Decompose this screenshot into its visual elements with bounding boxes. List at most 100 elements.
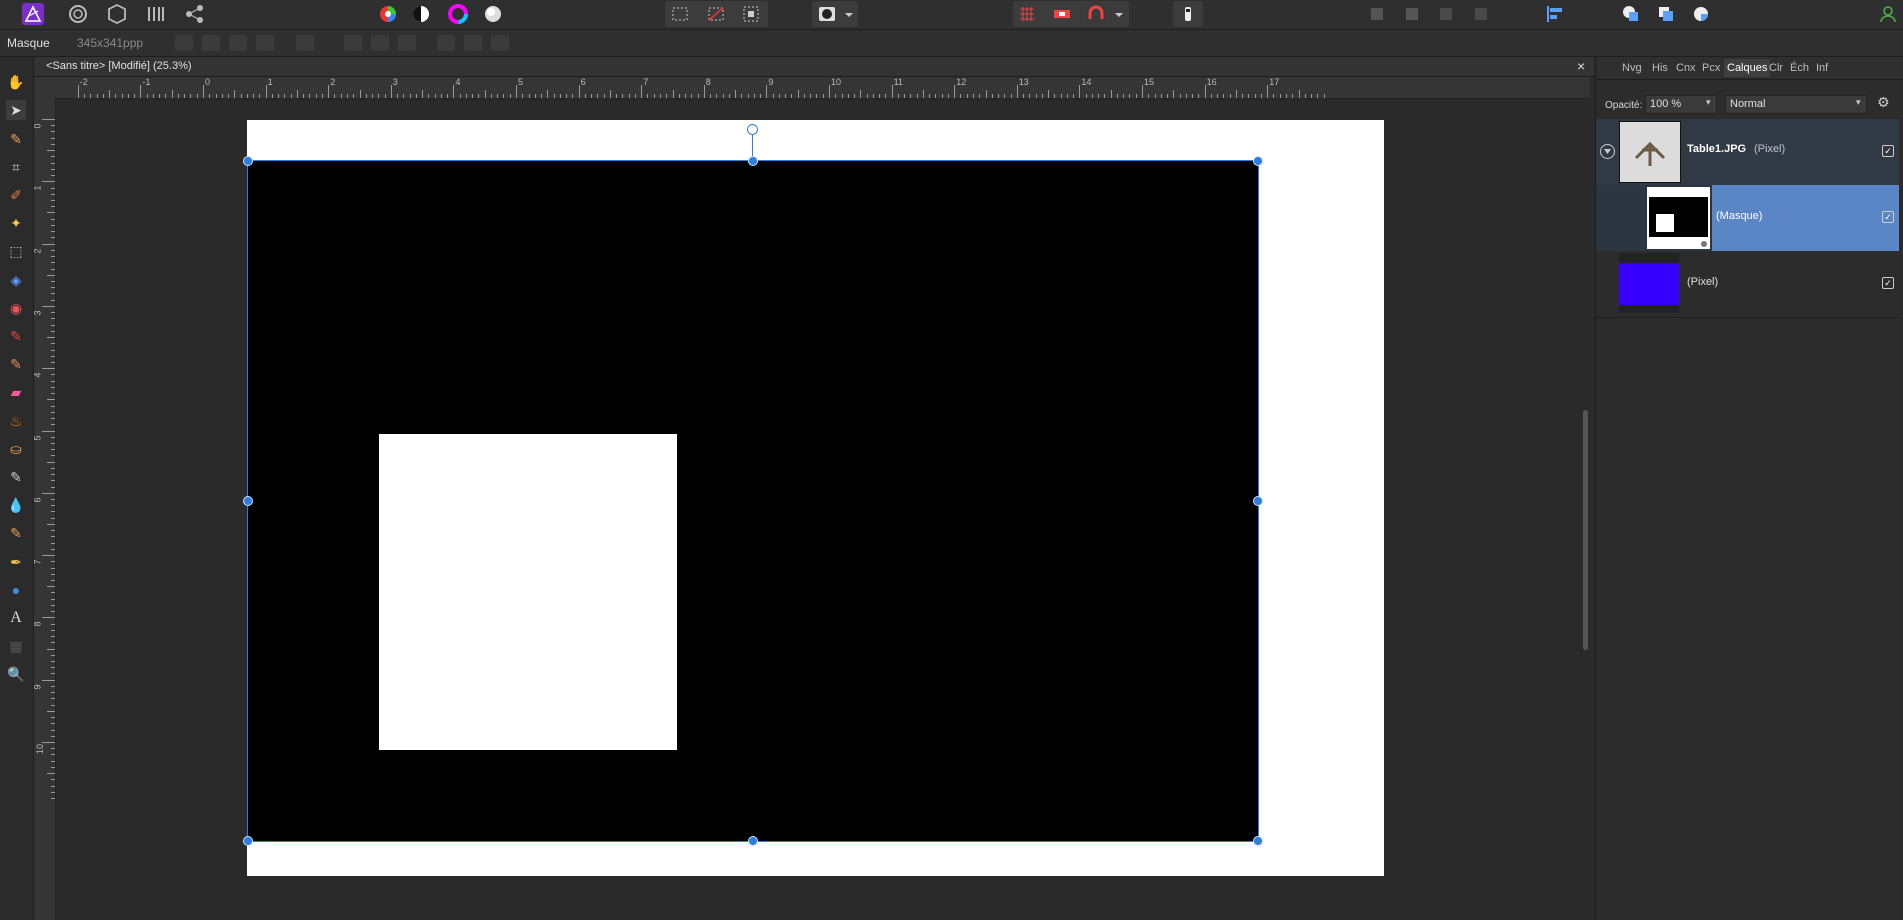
- arrange-forward-icon[interactable]: [1435, 3, 1457, 25]
- align-top-icon[interactable]: [437, 35, 455, 51]
- resize-handle-top-left[interactable]: [243, 156, 253, 166]
- tab-swatches[interactable]: Éch: [1790, 62, 1809, 74]
- affinity-photo-logo-icon[interactable]: [22, 3, 44, 25]
- layer-row-pixel[interactable]: (Pixel) ✓: [1596, 251, 1899, 318]
- canvas-area[interactable]: [56, 99, 1590, 920]
- horizontal-ruler[interactable]: -2 -1 0 1 2 3 4 5 6 7 8 9 10 11 12 13 14 15 16 17: [55, 77, 1590, 99]
- resize-handle-bottom-right[interactable]: [1253, 836, 1263, 846]
- tab-info[interactable]: Inf: [1816, 62, 1828, 74]
- align-right-icon[interactable]: [398, 35, 416, 51]
- flood-select-tool-icon[interactable]: ✦: [6, 213, 26, 233]
- hsl-icon[interactable]: [447, 3, 469, 25]
- clone-brush-tool-icon[interactable]: ⛀: [6, 439, 26, 459]
- user-account-icon[interactable]: [1877, 3, 1899, 25]
- chevron-down-icon[interactable]: ▾: [1856, 97, 1861, 108]
- blur-brush-tool-icon[interactable]: 💧: [6, 495, 26, 515]
- deselect-icon[interactable]: [705, 3, 727, 25]
- liquify-persona-icon[interactable]: [106, 3, 128, 25]
- rectangular-marquee-tool-icon[interactable]: ⬚: [6, 241, 26, 261]
- document-tab-title[interactable]: <Sans titre> [Modifié] (25.3%): [46, 60, 192, 72]
- white-balance-icon[interactable]: [482, 3, 504, 25]
- dodge-brush-tool-icon[interactable]: ♨: [6, 411, 26, 431]
- gear-icon[interactable]: ⚙: [1877, 94, 1890, 111]
- quick-mask-icon[interactable]: [816, 3, 838, 25]
- develop-persona-icon[interactable]: [145, 3, 167, 25]
- paint-brush-tool-icon[interactable]: ✎: [6, 326, 26, 346]
- tab-navigator[interactable]: Nvg: [1622, 62, 1642, 74]
- vertical-scrollbar-thumb[interactable]: [1583, 410, 1588, 650]
- invert-selection-icon[interactable]: [740, 3, 762, 25]
- ruler-corner[interactable]: [34, 77, 55, 98]
- tab-layers[interactable]: Calques: [1724, 59, 1771, 77]
- chevron-down-icon[interactable]: [1113, 3, 1125, 25]
- resize-handle-bottom[interactable]: [748, 836, 758, 846]
- shape-tool-icon[interactable]: ●: [6, 580, 26, 600]
- chevron-down-icon[interactable]: ▾: [1706, 97, 1711, 108]
- resize-handle-right[interactable]: [1253, 496, 1263, 506]
- opacity-input[interactable]: 100 % ▾: [1645, 95, 1717, 114]
- boolean-add-icon[interactable]: [1620, 3, 1642, 25]
- tab-brushes[interactable]: Pcx: [1702, 62, 1720, 74]
- align-left-icon[interactable]: [344, 35, 362, 51]
- layer-expand-icon[interactable]: [1600, 144, 1615, 159]
- export-persona-icon[interactable]: [184, 3, 206, 25]
- chevron-down-icon[interactable]: [843, 3, 855, 25]
- align-middle-icon[interactable]: [464, 35, 482, 51]
- boolean-subtract-icon[interactable]: [1655, 3, 1677, 25]
- layer-visibility-checkbox[interactable]: ✓: [1882, 145, 1894, 157]
- boolean-intersect-icon[interactable]: [1690, 3, 1712, 25]
- text-tool-icon[interactable]: A: [6, 608, 26, 628]
- transform-origin-icon[interactable]: [175, 35, 193, 51]
- hand-tool-icon[interactable]: ✋: [6, 72, 26, 92]
- tab-history[interactable]: His: [1652, 62, 1668, 74]
- layer-visibility-checkbox[interactable]: ✓: [1882, 211, 1894, 223]
- arrange-back-icon[interactable]: [1366, 3, 1388, 25]
- reset-icon[interactable]: [296, 35, 314, 51]
- snapping-magnet-icon[interactable]: [1085, 3, 1107, 25]
- zoom-tool-icon[interactable]: 🔍: [6, 664, 26, 684]
- color-replacement-tool-icon[interactable]: ✎: [6, 354, 26, 374]
- pen-tool-icon[interactable]: ✒: [6, 552, 26, 572]
- eyedropper-tool-icon[interactable]: ✎: [6, 129, 26, 149]
- erase-brush-tool-icon[interactable]: ▰: [6, 382, 26, 402]
- tab-channels[interactable]: Cnx: [1676, 62, 1696, 74]
- crop-icon[interactable]: [256, 35, 274, 51]
- ruler-minor-tick: [51, 175, 55, 177]
- align-bottom-icon[interactable]: [491, 35, 509, 51]
- show-hide-icon[interactable]: [202, 35, 220, 51]
- photo-persona-icon[interactable]: [67, 3, 89, 25]
- transform-icon[interactable]: [229, 35, 247, 51]
- tab-color[interactable]: Clr: [1769, 62, 1783, 74]
- align-center-icon[interactable]: [371, 35, 389, 51]
- close-document-icon[interactable]: ×: [1577, 58, 1585, 74]
- layer-visibility-checkbox[interactable]: ✓: [1882, 277, 1894, 289]
- mesh-warp-tool-icon[interactable]: ▦: [6, 636, 26, 656]
- ruler-minor-tick: [47, 150, 55, 152]
- force-pixel-alignment-icon[interactable]: [1051, 3, 1073, 25]
- arrange-backward-icon[interactable]: [1401, 3, 1423, 25]
- grid-icon[interactable]: [1016, 3, 1038, 25]
- move-tool-icon[interactable]: ➤: [6, 100, 26, 120]
- inpainting-brush-tool-icon[interactable]: ✎: [6, 523, 26, 543]
- resize-handle-top[interactable]: [748, 156, 758, 166]
- assistant-icon[interactable]: [1177, 3, 1199, 25]
- align-icon[interactable]: [1544, 3, 1566, 25]
- gradient-tool-icon[interactable]: ◉: [6, 298, 26, 318]
- arrange-front-icon[interactable]: [1470, 3, 1492, 25]
- crop-tool-icon[interactable]: ⌗: [6, 157, 26, 177]
- selection-brush-tool-icon[interactable]: ✐: [6, 185, 26, 205]
- layer-row-mask[interactable]: (Masque) ✓: [1596, 185, 1899, 252]
- smudge-brush-tool-icon[interactable]: ✎: [6, 467, 26, 487]
- resize-handle-bottom-left[interactable]: [243, 836, 253, 846]
- layer-row-table1[interactable]: Table1.JPG (Pixel) ✓: [1596, 119, 1899, 186]
- resize-handle-left[interactable]: [243, 496, 253, 506]
- black-white-icon[interactable]: [410, 3, 432, 25]
- marquee-selection-icon[interactable]: [669, 3, 691, 25]
- blend-mode-select[interactable]: Normal ▾: [1725, 95, 1867, 114]
- flood-fill-tool-icon[interactable]: ◈: [6, 270, 26, 290]
- vertical-ruler[interactable]: 0 1 2 3 4 5 6 7 8 9 10: [33, 98, 56, 920]
- resize-handle-top-right[interactable]: [1253, 156, 1263, 166]
- color-adjust-icon[interactable]: [377, 3, 399, 25]
- ruler-minor-tick: [278, 94, 280, 98]
- rotation-handle[interactable]: [747, 124, 758, 135]
